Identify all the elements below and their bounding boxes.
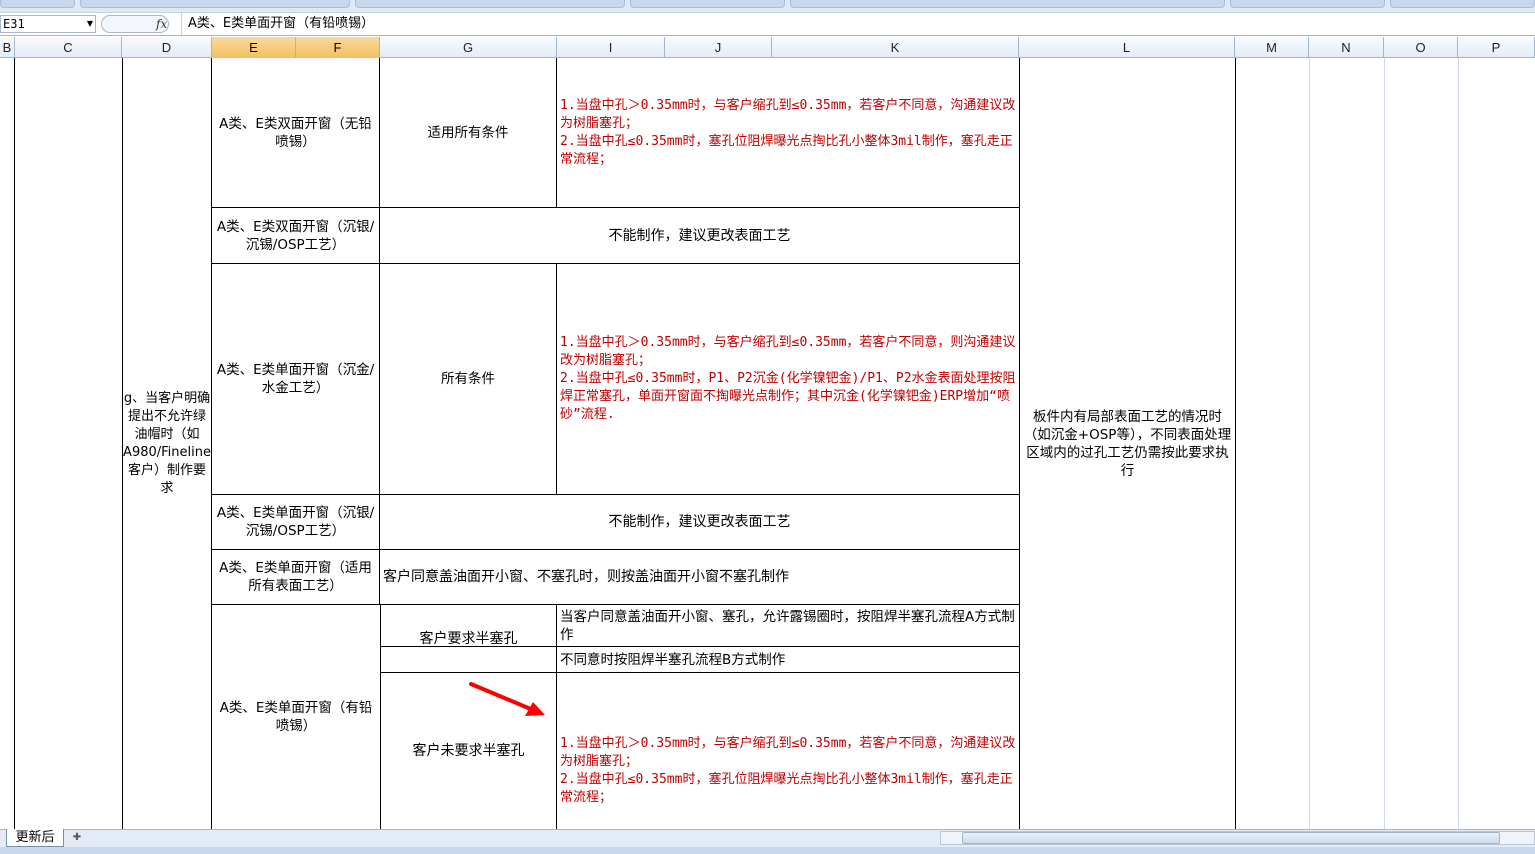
result-cell[interactable]: 不能制作，建议更改表面工艺	[380, 208, 1019, 263]
formula-input[interactable]: A类、E类单面开窗（有铅喷锡）	[181, 13, 1535, 35]
name-box[interactable]: E31	[0, 15, 96, 33]
note-cell[interactable]: 板件内有局部表面工艺的情况时（如沉金+OSP等），不同表面处理区域内的过孔工艺仍…	[1020, 58, 1235, 829]
red-arrow-icon	[469, 682, 545, 716]
process-type-cell[interactable]: A类、E类单面开窗（沉银/沉锡/OSP工艺）	[212, 495, 379, 549]
sheet-tab[interactable]: 更新后	[6, 829, 64, 847]
process-type-cell[interactable]: A类、E类双面开窗（沉银/沉锡/OSP工艺）	[212, 208, 379, 263]
insert-sheet-icon[interactable]: ✚	[66, 831, 88, 845]
process-type-cell[interactable]: A类、E类单面开窗（沉金/水金工艺）	[212, 264, 379, 494]
ribbon-group[interactable]	[790, 0, 1225, 8]
column-header-d[interactable]: D	[122, 37, 212, 58]
ribbon-group[interactable]	[80, 0, 350, 8]
scrollbar-thumb[interactable]	[962, 832, 1500, 844]
instruction-line: 2.当盘中孔≤0.35mm时，P1、P2沉金(化学镍钯金)/P1、P2水金表面处…	[560, 371, 1016, 422]
column-header-b[interactable]: B	[0, 37, 15, 58]
chevron-down-icon[interactable]: ▼	[84, 15, 96, 33]
status-bar	[0, 847, 1535, 854]
ribbon-group[interactable]	[0, 0, 75, 8]
gridline	[1458, 58, 1459, 829]
function-icon[interactable]: fx	[156, 15, 176, 33]
column-header-o[interactable]: O	[1384, 37, 1458, 58]
condition-cell[interactable]: 客户要求半塞孔	[381, 605, 556, 672]
process-type-cell[interactable]: A类、E类单面开窗（适用所有表面工艺）	[212, 550, 379, 604]
result-cell[interactable]: 客户同意盖油面开小窗、不塞孔时，则按盖油面开小窗不塞孔制作	[380, 550, 1019, 604]
column-header-p[interactable]: P	[1458, 37, 1535, 58]
column-header-l[interactable]: L	[1019, 37, 1235, 58]
process-type-cell[interactable]: A类、E类单面开窗（有铅喷锡）	[212, 605, 380, 829]
ribbon-group[interactable]	[1230, 0, 1385, 8]
column-header-f[interactable]: F	[296, 37, 380, 58]
column-header-j[interactable]: J	[665, 37, 772, 58]
instruction-line: 2.当盘中孔≤0.35mm时，塞孔位阻焊曝光点掏比孔小整体3mil制作，塞孔走正…	[560, 772, 1013, 805]
ribbon-group[interactable]	[630, 0, 785, 8]
instruction-line: 1.当盘中孔＞0.35mm时，与客户缩孔到≤0.35mm，若客户不同意，则沟通建…	[560, 335, 1016, 368]
result-cell[interactable]: 不能制作，建议更改表面工艺	[380, 495, 1019, 549]
instruction-cell[interactable]: 1.当盘中孔＞0.35mm时，与客户缩孔到≤0.35mm，若客户不同意，则沟通建…	[557, 264, 1019, 494]
column-header-k[interactable]: K	[772, 37, 1019, 58]
column-header-m[interactable]: M	[1235, 37, 1309, 58]
ribbon-group[interactable]	[355, 0, 625, 8]
instruction-line: 1.当盘中孔＞0.35mm时，与客户缩孔到≤0.35mm，若客户不同意，沟通建议…	[560, 97, 1016, 131]
column-header-c[interactable]: C	[15, 37, 122, 58]
process-type-cell[interactable]: A类、E类双面开窗（无铅喷锡）	[212, 58, 379, 207]
condition-cell[interactable]: 适用所有条件	[380, 58, 556, 207]
requirement-cell[interactable]: g、当客户明确提出不允许绿油帽时（如A980/Fineline客户）制作要求	[123, 58, 211, 829]
cell-border	[14, 58, 15, 829]
gridline	[1384, 58, 1385, 829]
ribbon-group[interactable]	[1390, 0, 1535, 8]
instruction-cell[interactable]: 当客户同意盖油面开小窗、塞孔，允许露锡圈时，按阻焊半塞孔流程A方式制作	[557, 605, 1019, 646]
instruction-cell[interactable]: 不同意时按阻焊半塞孔流程B方式制作	[557, 647, 1019, 672]
instruction-cell[interactable]: 1.当盘中孔＞0.35mm时，与客户缩孔到≤0.35mm，若客户不同意，沟通建议…	[557, 58, 1019, 207]
instruction-line: 2.当盘中孔≤0.35mm时，塞孔位阻焊曝光点掏比孔小整体3mil制作，塞孔走正…	[560, 133, 1013, 167]
column-header-n[interactable]: N	[1309, 37, 1384, 58]
column-header-i[interactable]: I	[557, 37, 665, 58]
instruction-cell[interactable]: 1.当盘中孔＞0.35mm时，与客户缩孔到≤0.35mm，若客户不同意，沟通建议…	[557, 673, 1019, 829]
gridline	[1309, 58, 1310, 829]
column-header-e[interactable]: E	[212, 37, 296, 58]
cell-border	[1235, 58, 1236, 829]
instruction-line: 1.当盘中孔＞0.35mm时，与客户缩孔到≤0.35mm，若客户不同意，沟通建议…	[560, 736, 1016, 769]
condition-cell[interactable]: 所有条件	[380, 264, 556, 494]
column-header-g[interactable]: G	[380, 37, 557, 58]
